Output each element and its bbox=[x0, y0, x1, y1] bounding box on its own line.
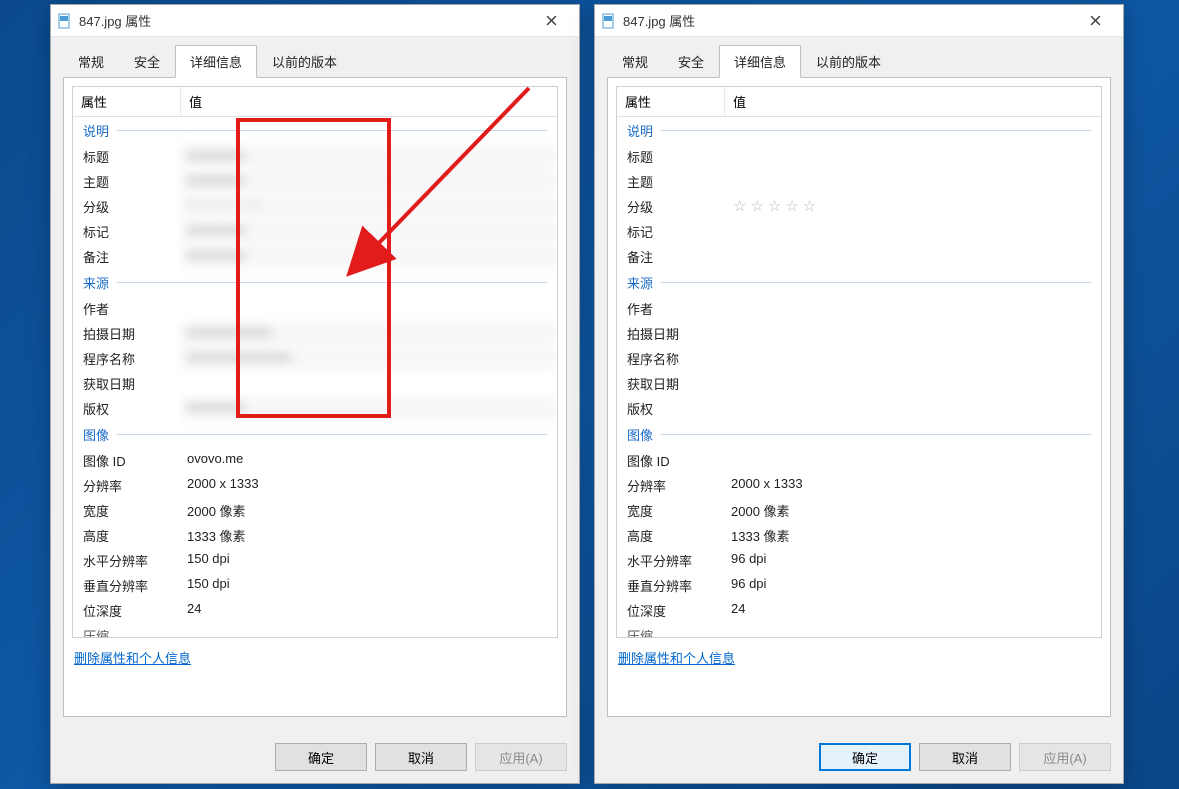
row-date-acquired[interactable]: 获取日期 bbox=[73, 371, 557, 396]
row-vres[interactable]: 垂直分辨率150 dpi bbox=[73, 573, 557, 598]
row-hres[interactable]: 水平分辨率96 dpi bbox=[617, 548, 1101, 573]
ok-button[interactable]: 确定 bbox=[819, 743, 911, 771]
row-vres[interactable]: 垂直分辨率96 dpi bbox=[617, 573, 1101, 598]
row-tags[interactable]: 标记 bbox=[617, 219, 1101, 244]
row-subject[interactable]: 主题 bbox=[617, 169, 1101, 194]
row-dimensions[interactable]: 分辨率2000 x 1333 bbox=[73, 473, 557, 498]
row-author[interactable]: 作者 bbox=[73, 296, 557, 321]
row-compression[interactable]: 压缩 bbox=[73, 623, 557, 637]
row-rating[interactable]: 分级☆ ☆ ☆ ☆ ☆ bbox=[73, 194, 557, 219]
tab-general[interactable]: 常规 bbox=[607, 45, 663, 78]
row-compression[interactable]: 压缩 bbox=[617, 623, 1101, 637]
row-title[interactable]: 标题 bbox=[617, 144, 1101, 169]
row-dimensions[interactable]: 分辨率2000 x 1333 bbox=[617, 473, 1101, 498]
row-image-id[interactable]: 图像 IDovovo.me bbox=[73, 448, 557, 473]
row-date-acquired[interactable]: 获取日期 bbox=[617, 371, 1101, 396]
remove-properties-link[interactable]: 删除属性和个人信息 bbox=[618, 648, 735, 667]
row-program-name[interactable]: 程序名称 bbox=[617, 346, 1101, 371]
window-title: 847.jpg 属性 bbox=[623, 11, 1073, 30]
properties-dialog-right: 847.jpg 属性 常规 安全 详细信息 以前的版本 属性 值 说明 标题 主… bbox=[594, 4, 1124, 784]
row-comments[interactable]: 备注 bbox=[617, 244, 1101, 269]
apply-button: 应用(A) bbox=[475, 743, 567, 771]
file-icon bbox=[57, 13, 73, 29]
row-height[interactable]: 高度1333 像素 bbox=[73, 523, 557, 548]
grid-header: 属性 值 bbox=[73, 87, 557, 117]
tab-strip: 常规 安全 详细信息 以前的版本 bbox=[595, 37, 1123, 78]
grid-body[interactable]: 说明 标题 主题 分级☆☆☆☆☆ 标记 备注 来源 作者 拍摄日期 程序名称 获… bbox=[617, 117, 1101, 637]
group-image: 图像 bbox=[73, 421, 557, 448]
group-image: 图像 bbox=[617, 421, 1101, 448]
row-author[interactable]: 作者 bbox=[617, 296, 1101, 321]
cancel-button[interactable]: 取消 bbox=[375, 743, 467, 771]
grid-header: 属性 值 bbox=[617, 87, 1101, 117]
button-bar: 确定 取消 应用(A) bbox=[819, 743, 1111, 771]
group-origin: 来源 bbox=[617, 269, 1101, 296]
row-tags[interactable]: 标记xxxxxxxxx bbox=[73, 219, 557, 244]
col-property[interactable]: 属性 bbox=[617, 87, 725, 116]
properties-dialog-left: 847.jpg 属性 常规 安全 详细信息 以前的版本 属性 值 说明 标题xx… bbox=[50, 4, 580, 784]
row-title[interactable]: 标题xxxxxxxxx bbox=[73, 144, 557, 169]
row-subject[interactable]: 主题xxxxxxxxx bbox=[73, 169, 557, 194]
row-rating[interactable]: 分级☆☆☆☆☆ bbox=[617, 194, 1101, 219]
close-button[interactable] bbox=[1073, 6, 1117, 36]
file-icon bbox=[601, 13, 617, 29]
tab-security[interactable]: 安全 bbox=[663, 45, 719, 78]
tab-general[interactable]: 常规 bbox=[63, 45, 119, 78]
window-title: 847.jpg 属性 bbox=[79, 11, 529, 30]
cancel-button[interactable]: 取消 bbox=[919, 743, 1011, 771]
apply-button: 应用(A) bbox=[1019, 743, 1111, 771]
row-copyright[interactable]: 版权xxxxxxxxx bbox=[73, 396, 557, 421]
tab-security[interactable]: 安全 bbox=[119, 45, 175, 78]
button-bar: 确定 取消 应用(A) bbox=[275, 743, 567, 771]
group-description: 说明 bbox=[617, 117, 1101, 144]
details-panel: 属性 值 说明 标题 主题 分级☆☆☆☆☆ 标记 备注 来源 作者 拍摄日期 程… bbox=[607, 77, 1111, 717]
tab-previous-versions[interactable]: 以前的版本 bbox=[801, 45, 896, 78]
ok-button[interactable]: 确定 bbox=[275, 743, 367, 771]
row-image-id[interactable]: 图像 ID bbox=[617, 448, 1101, 473]
col-value[interactable]: 值 bbox=[181, 87, 557, 116]
col-value[interactable]: 值 bbox=[725, 87, 1101, 116]
close-button[interactable] bbox=[529, 6, 573, 36]
titlebar[interactable]: 847.jpg 属性 bbox=[51, 5, 579, 37]
group-description: 说明 bbox=[73, 117, 557, 144]
row-date-taken[interactable]: 拍摄日期xxxxxxxxxxxxx bbox=[73, 321, 557, 346]
row-width[interactable]: 宽度2000 像素 bbox=[73, 498, 557, 523]
row-program-name[interactable]: 程序名称xxxxxxxxxxxxxxxx bbox=[73, 346, 557, 371]
tab-details[interactable]: 详细信息 bbox=[175, 45, 257, 78]
rating-stars-icon[interactable]: ☆☆☆☆☆ bbox=[731, 198, 820, 215]
tab-strip: 常规 安全 详细信息 以前的版本 bbox=[51, 37, 579, 78]
titlebar[interactable]: 847.jpg 属性 bbox=[595, 5, 1123, 37]
tab-details[interactable]: 详细信息 bbox=[719, 45, 801, 78]
row-bit-depth[interactable]: 位深度24 bbox=[73, 598, 557, 623]
grid-body[interactable]: 说明 标题xxxxxxxxx 主题xxxxxxxxx 分级☆ ☆ ☆ ☆ ☆ 标… bbox=[73, 117, 557, 637]
row-date-taken[interactable]: 拍摄日期 bbox=[617, 321, 1101, 346]
row-bit-depth[interactable]: 位深度24 bbox=[617, 598, 1101, 623]
property-grid: 属性 值 说明 标题 主题 分级☆☆☆☆☆ 标记 备注 来源 作者 拍摄日期 程… bbox=[616, 86, 1102, 638]
details-panel: 属性 值 说明 标题xxxxxxxxx 主题xxxxxxxxx 分级☆ ☆ ☆ … bbox=[63, 77, 567, 717]
remove-properties-link[interactable]: 删除属性和个人信息 bbox=[74, 648, 191, 667]
row-comments[interactable]: 备注xxxxxxxxx bbox=[73, 244, 557, 269]
row-copyright[interactable]: 版权 bbox=[617, 396, 1101, 421]
property-grid: 属性 值 说明 标题xxxxxxxxx 主题xxxxxxxxx 分级☆ ☆ ☆ … bbox=[72, 86, 558, 638]
row-height[interactable]: 高度1333 像素 bbox=[617, 523, 1101, 548]
group-origin: 来源 bbox=[73, 269, 557, 296]
tab-previous-versions[interactable]: 以前的版本 bbox=[257, 45, 352, 78]
col-property[interactable]: 属性 bbox=[73, 87, 181, 116]
row-hres[interactable]: 水平分辨率150 dpi bbox=[73, 548, 557, 573]
row-width[interactable]: 宽度2000 像素 bbox=[617, 498, 1101, 523]
